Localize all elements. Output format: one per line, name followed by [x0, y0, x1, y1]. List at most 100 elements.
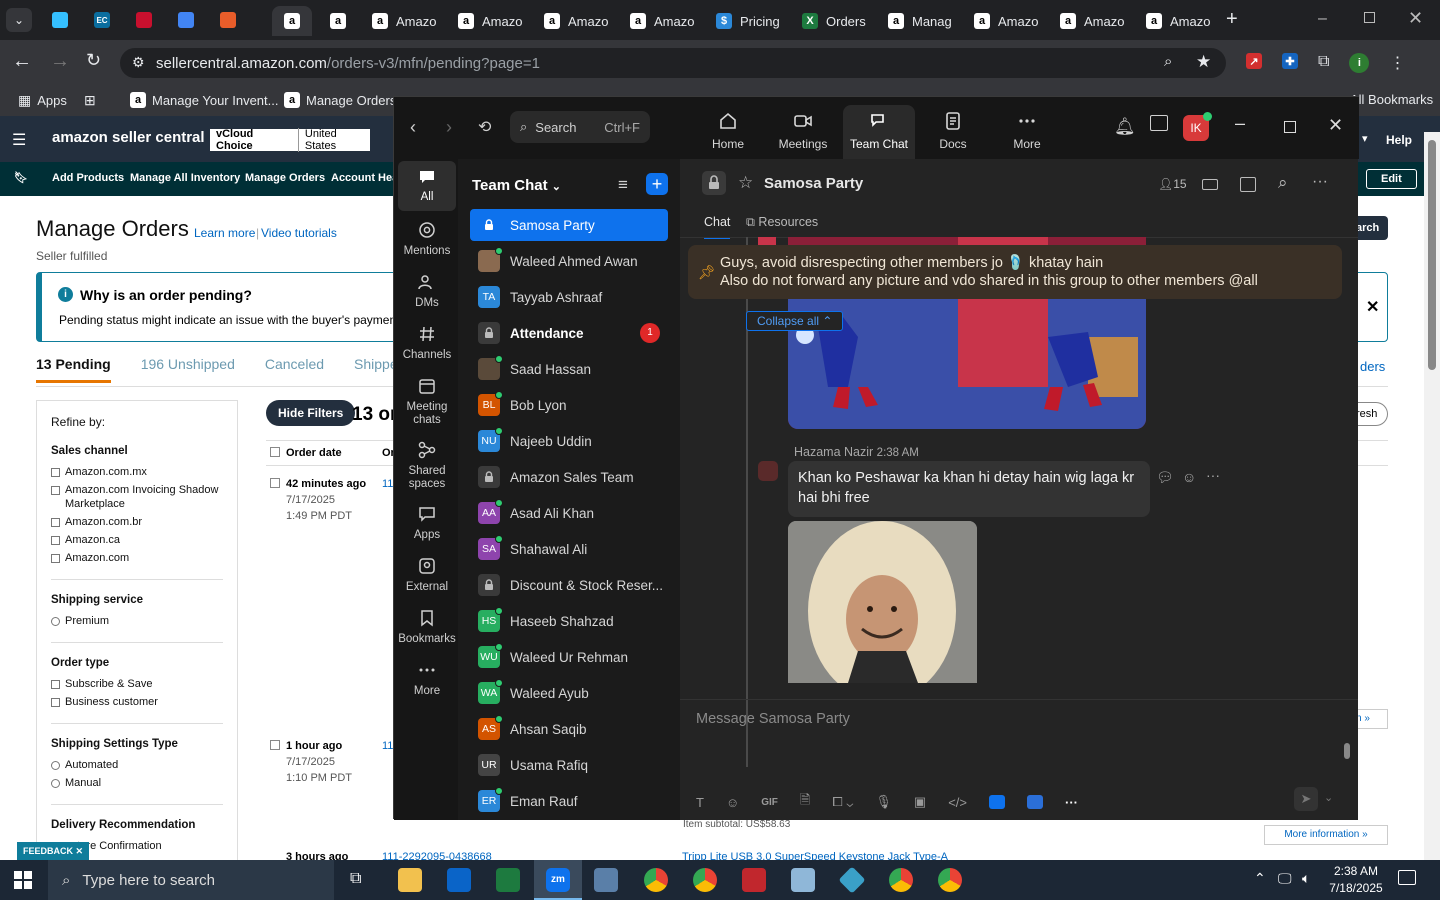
radio-button[interactable]: [51, 617, 60, 626]
pinned-tab-icon[interactable]: EC: [94, 12, 110, 28]
outlook-icon[interactable]: [447, 868, 471, 892]
pinned-tab-icon[interactable]: [178, 12, 194, 28]
video-message-icon[interactable]: ▣: [914, 794, 926, 810]
all-bookmarks[interactable]: All Bookmarks: [1350, 92, 1433, 107]
hamburger-menu-icon[interactable]: ☰: [12, 130, 26, 150]
more-tabs-link[interactable]: ders: [1360, 359, 1385, 374]
chevron-up-icon[interactable]: ⌃: [1254, 870, 1266, 887]
file-icon[interactable]: 🗎︎: [800, 791, 810, 813]
browser-tab[interactable]: X Orders: [790, 6, 874, 36]
emoji-icon[interactable]: ☺: [726, 795, 739, 810]
chat-list-item[interactable]: TA Tayyab Ashraaf: [470, 281, 668, 313]
tab-search-button[interactable]: ⌄: [6, 8, 32, 32]
shared-photo[interactable]: [788, 521, 977, 683]
filter-option[interactable]: Amazon.com.mx: [51, 465, 223, 479]
sidebar-all[interactable]: All: [398, 161, 456, 211]
send-button[interactable]: ➤: [1294, 787, 1318, 811]
filter-icon[interactable]: ≡: [618, 175, 628, 195]
order-id-link[interactable]: 11: [382, 476, 393, 492]
video-tutorials-link[interactable]: Video tutorials: [261, 226, 337, 240]
chrome-icon[interactable]: [644, 868, 668, 892]
site-info-icon[interactable]: ⚙: [132, 54, 145, 71]
back-icon[interactable]: ←: [12, 50, 32, 73]
seller-central-logo[interactable]: amazon seller central: [52, 129, 205, 146]
video-call-icon[interactable]: [1202, 179, 1218, 190]
tab-resources[interactable]: ⧉ Resources: [746, 215, 818, 230]
nav-manage-inventory[interactable]: Manage All Inventory: [130, 172, 240, 184]
filter-option[interactable]: Amazon.ca: [51, 533, 223, 547]
filter-option[interactable]: Amazon.com: [51, 551, 223, 565]
sidebar-mentions[interactable]: Mentions: [398, 221, 456, 258]
chrome-icon[interactable]: [693, 868, 717, 892]
chat-list-item[interactable]: Amazon Sales Team: [470, 461, 668, 493]
calculator-icon[interactable]: [594, 868, 618, 892]
browser-tab[interactable]: a Amazo: [618, 6, 702, 36]
browser-tab[interactable]: a Manag: [876, 6, 960, 36]
new-chat-button[interactable]: +: [646, 173, 668, 195]
extension-icon[interactable]: ↗: [1246, 53, 1262, 69]
excel-icon[interactable]: [496, 868, 520, 892]
bookmark-icon[interactable]: 🔖︎: [14, 171, 28, 184]
tab-unshipped[interactable]: 196 Unshipped: [141, 356, 235, 383]
bookmark-manage-orders[interactable]: a Manage Orders: [284, 92, 396, 108]
more-options-icon[interactable]: ···: [1312, 173, 1328, 191]
top-nav-home[interactable]: Home: [693, 111, 763, 151]
nav-account-health[interactable]: Account Heal: [331, 172, 401, 184]
chat-list-item[interactable]: Attendance 1: [470, 317, 668, 349]
puzzle-icon[interactable]: ⧉: [1318, 53, 1329, 73]
tab-groups-icon[interactable]: ⊞: [84, 92, 96, 109]
history-icon[interactable]: ⟲: [478, 117, 491, 137]
nav-manage-orders[interactable]: Manage Orders: [245, 172, 325, 184]
marketplace-switcher[interactable]: vCloud Choice United States: [210, 128, 370, 152]
chat-list-item[interactable]: Saad Hassan: [470, 353, 668, 385]
checkbox[interactable]: [51, 468, 60, 477]
search-icon[interactable]: ⌕: [1278, 173, 1288, 193]
more-information-button[interactable]: More information »: [1264, 825, 1388, 845]
page-scrollbar[interactable]: [1424, 132, 1440, 860]
channel-name[interactable]: Samosa Party: [764, 175, 863, 192]
edit-nav-button[interactable]: Edit: [1366, 169, 1417, 189]
chat-list-item[interactable]: HS Haseeb Shahzad: [470, 605, 668, 637]
browser-tab[interactable]: a Amazo: [962, 6, 1046, 36]
window-close-icon[interactable]: ✕: [1328, 115, 1343, 136]
search-button[interactable]: arch: [1356, 216, 1388, 240]
bookmark-apps[interactable]: ▦ Apps: [18, 92, 67, 109]
star-icon[interactable]: ★: [1196, 52, 1211, 72]
kebab-menu-icon[interactable]: ⋮: [1389, 53, 1405, 73]
chat-list-item[interactable]: NU Najeeb Uddin: [470, 425, 668, 457]
screenshot-icon[interactable]: ⧠ ⌄: [832, 794, 853, 810]
filter-option[interactable]: Automated: [51, 758, 223, 772]
window-minimize-icon[interactable]: –: [1235, 113, 1245, 134]
pinned-message[interactable]: 📌︎ Guys, avoid disrespecting other membe…: [688, 245, 1342, 299]
chat-scrollbar[interactable]: [1344, 239, 1350, 779]
filter-option[interactable]: Subscribe & Save: [51, 677, 223, 691]
gif-icon[interactable]: GIF: [761, 797, 778, 808]
chat-list-item[interactable]: BL Bob Lyon: [470, 389, 668, 421]
checkbox[interactable]: [51, 486, 60, 495]
refresh-button[interactable]: resh: [1356, 402, 1388, 426]
member-count[interactable]: 👤︎15: [1158, 177, 1187, 191]
top-nav-team-chat[interactable]: Team Chat: [843, 105, 915, 159]
chat-list-item[interactable]: ER Eman Rauf: [470, 785, 668, 817]
dropdown-caret-icon[interactable]: ▾: [1362, 132, 1368, 145]
forward-icon[interactable]: →: [50, 50, 70, 73]
top-nav-docs[interactable]: Docs: [918, 111, 988, 151]
pinned-tab-icon[interactable]: [220, 12, 236, 28]
sidebar-external[interactable]: External: [398, 557, 456, 594]
zoom-search-box[interactable]: ⌕ Search Ctrl+F: [510, 111, 650, 143]
help-link[interactable]: Help: [1386, 133, 1412, 147]
filezilla-icon[interactable]: [742, 868, 766, 892]
message-bubble[interactable]: Khan ko Peshawar ka khan hi detay hain w…: [788, 461, 1150, 517]
browser-tab[interactable]: a Amazo: [446, 6, 530, 36]
star-icon[interactable]: ☆: [738, 173, 753, 193]
hide-filters-button[interactable]: Hide Filters: [266, 400, 356, 426]
notifications-icon[interactable]: [1398, 870, 1416, 885]
chat-list-item[interactable]: AS Ahsan Saqib: [470, 713, 668, 745]
windows-start-icon[interactable]: [14, 871, 32, 889]
chat-list-item[interactable]: Discount & Stock Reser...: [470, 569, 668, 601]
chat-list-item[interactable]: AA Asad Ali Khan: [470, 497, 668, 529]
top-nav-meetings[interactable]: Meetings: [768, 111, 838, 151]
browser-tab[interactable]: a Amazo: [532, 6, 616, 36]
send-options-icon[interactable]: ⌄: [1324, 791, 1333, 804]
url-bar[interactable]: ⚙ sellercentral.amazon.com/orders-v3/mfn…: [120, 48, 1226, 78]
